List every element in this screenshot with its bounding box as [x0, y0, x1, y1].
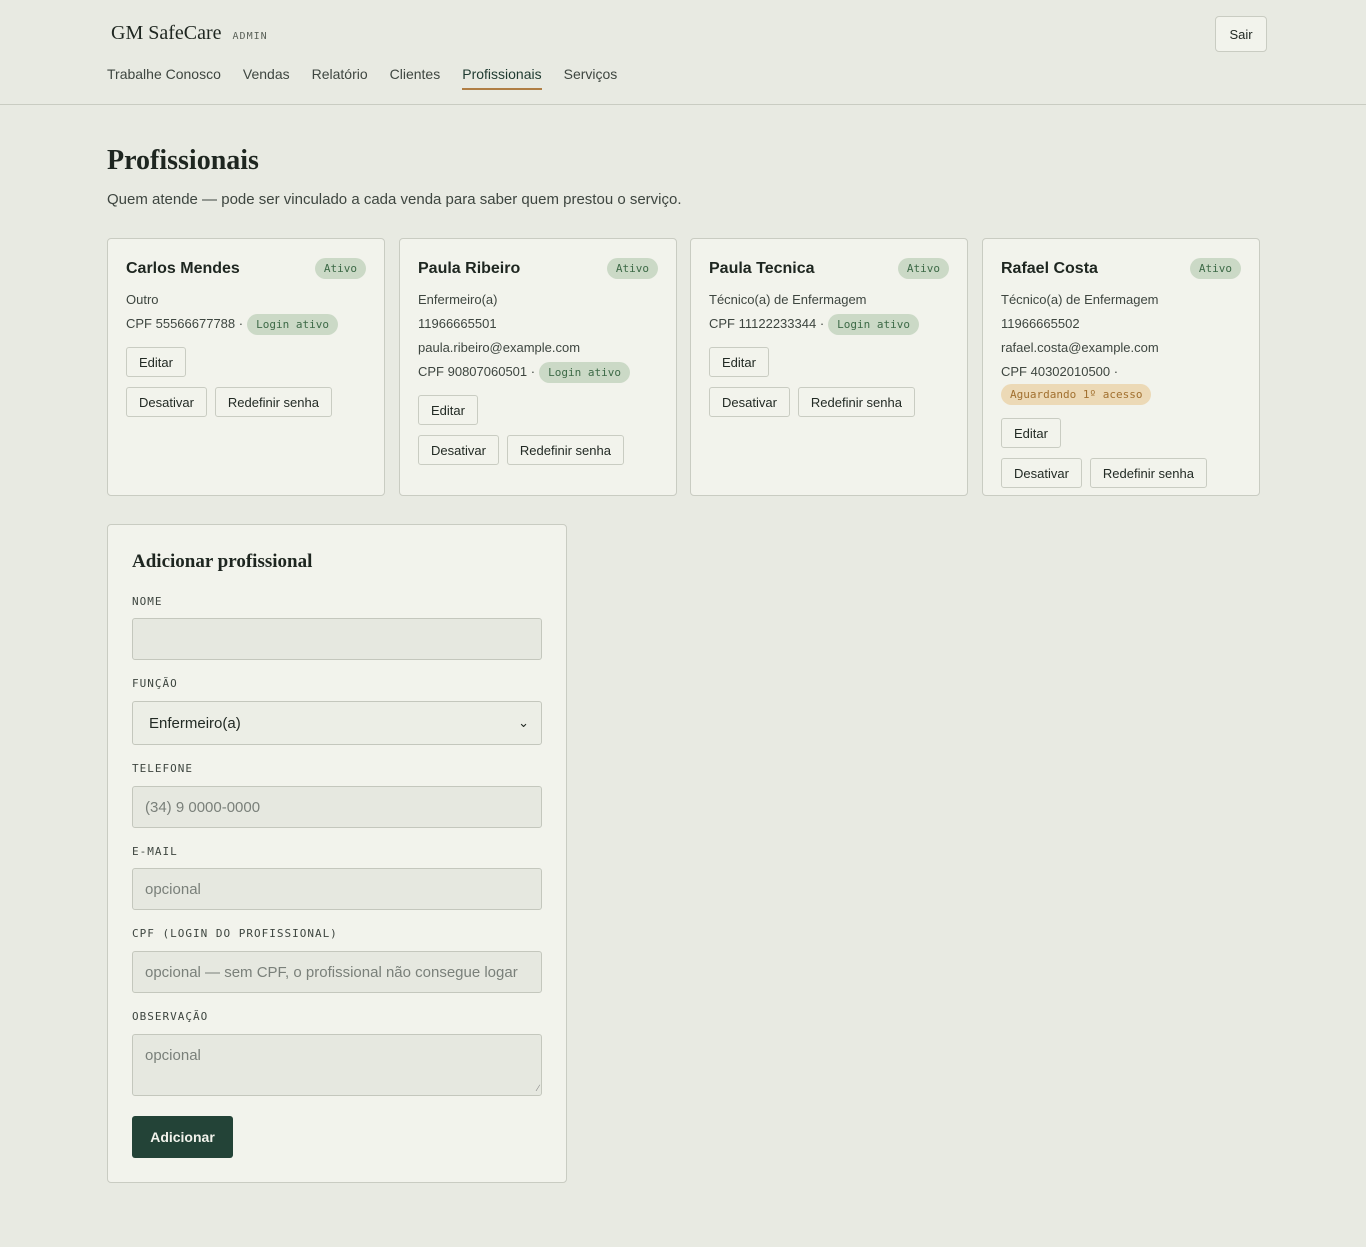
role-select[interactable]: Enfermeiro(a) ⌄ [132, 701, 542, 745]
cpf-row: CPF 11122233344 · Login ativo [709, 312, 949, 336]
cpf-input[interactable]: opcional — sem CPF, o profissional não c… [132, 951, 542, 993]
top-header: GM SafeCare ADMIN Sair Trabalhe Conosco … [0, 0, 1366, 105]
professional-card: Rafael Costa Ativo Técnico(a) de Enferma… [982, 238, 1260, 496]
chevron-down-icon: ⌄ [518, 715, 529, 730]
page-title: Profissionais [107, 145, 259, 176]
note-textarea[interactable]: opcional ∕ [132, 1034, 542, 1096]
email-input[interactable]: opcional [132, 868, 542, 910]
main-nav: Trabalhe Conosco Vendas Relatório Client… [107, 66, 639, 90]
nav-item-servicos[interactable]: Serviços [564, 66, 618, 90]
professional-cpf: CPF 11122233344 · [709, 316, 825, 331]
deactivate-button[interactable]: Desativar [418, 435, 499, 465]
professional-cpf: CPF 40302010500 · [1001, 364, 1119, 379]
edit-button[interactable]: Editar [709, 347, 769, 377]
edit-button[interactable]: Editar [126, 347, 186, 377]
professional-role: Outro [126, 292, 159, 307]
nav-item-trabalhe-conosco[interactable]: Trabalhe Conosco [107, 66, 221, 90]
deactivate-button[interactable]: Desativar [1001, 458, 1082, 488]
professional-cpf: CPF 55566677788 · [126, 316, 244, 331]
note-placeholder: opcional [145, 1047, 201, 1064]
note-label: OBSERVAÇÃO [132, 1010, 209, 1023]
nav-item-profissionais[interactable]: Profissionais [462, 66, 542, 90]
professional-email: rafael.costa@example.com [1001, 340, 1159, 355]
professional-phone: 11966665501 [418, 316, 497, 331]
professional-phone: 11966665502 [1001, 316, 1080, 331]
professional-card: Carlos Mendes Ativo Outro CPF 5556667778… [107, 238, 385, 496]
nav-item-vendas[interactable]: Vendas [243, 66, 290, 90]
admin-tag: ADMIN [232, 31, 268, 42]
professional-role: Técnico(a) de Enfermagem [1001, 292, 1159, 307]
professional-role: Técnico(a) de Enfermagem [709, 292, 867, 307]
edit-button[interactable]: Editar [1001, 418, 1061, 448]
reset-password-button[interactable]: Redefinir senha [506, 435, 624, 465]
cpf-row: CPF 90807060501 · Login ativo [418, 360, 658, 384]
brand-name: GM SafeCare [111, 22, 222, 44]
professional-card: Paula Tecnica Ativo Técnico(a) de Enferm… [690, 238, 968, 496]
reset-password-button[interactable]: Redefinir senha [1089, 458, 1207, 488]
professional-name: Paula Tecnica [709, 260, 815, 277]
professional-role: Enfermeiro(a) [418, 292, 498, 307]
login-badge: Login ativo [828, 313, 920, 335]
professional-card: Paula Ribeiro Ativo Enfermeiro(a) 119666… [399, 238, 677, 496]
login-badge: Aguardando 1º acesso [1001, 384, 1152, 405]
phone-input[interactable]: (34) 9 0000-0000 [132, 786, 542, 828]
deactivate-button[interactable]: Desativar [709, 387, 790, 417]
name-input[interactable] [132, 618, 542, 660]
add-professional-form: Adicionar profissional NOME FUNÇÃO Enfer… [107, 524, 567, 1183]
role-select-value: Enfermeiro(a) [149, 714, 241, 732]
status-badge: Ativo [897, 258, 949, 279]
edit-button[interactable]: Editar [418, 395, 478, 425]
role-label: FUNÇÃO [132, 677, 178, 690]
professional-name: Carlos Mendes [126, 260, 240, 277]
logout-button[interactable]: Sair [1215, 16, 1267, 52]
form-title: Adicionar profissional [132, 551, 313, 572]
deactivate-button[interactable]: Desativar [126, 387, 207, 417]
phone-label: TELEFONE [132, 762, 193, 775]
login-badge: Login ativo [539, 361, 630, 383]
professional-email: paula.ribeiro@example.com [418, 340, 581, 355]
professional-name: Rafael Costa [1001, 260, 1098, 277]
brand: GM SafeCare ADMIN [111, 22, 268, 45]
cpf-row: CPF 55566677788 · Login ativo [126, 312, 366, 336]
name-label: NOME [132, 595, 163, 608]
resize-handle-icon[interactable]: ∕ [537, 1083, 539, 1093]
status-badge: Ativo [606, 258, 658, 279]
login-badge: Login ativo [247, 313, 338, 335]
status-badge: Ativo [1189, 258, 1241, 279]
nav-item-clientes[interactable]: Clientes [390, 66, 441, 90]
cpf-label: CPF (LOGIN DO PROFISSIONAL) [132, 927, 338, 940]
reset-password-button[interactable]: Redefinir senha [797, 387, 915, 417]
reset-password-button[interactable]: Redefinir senha [214, 387, 332, 417]
professional-name: Paula Ribeiro [418, 260, 521, 277]
status-badge: Ativo [314, 258, 366, 279]
email-label: E-MAIL [132, 845, 178, 858]
nav-item-relatorio[interactable]: Relatório [312, 66, 368, 90]
page-subtitle: Quem atende — pode ser vinculado a cada … [107, 191, 682, 208]
add-button[interactable]: Adicionar [132, 1116, 233, 1158]
professional-cpf: CPF 90807060501 · [418, 364, 536, 379]
